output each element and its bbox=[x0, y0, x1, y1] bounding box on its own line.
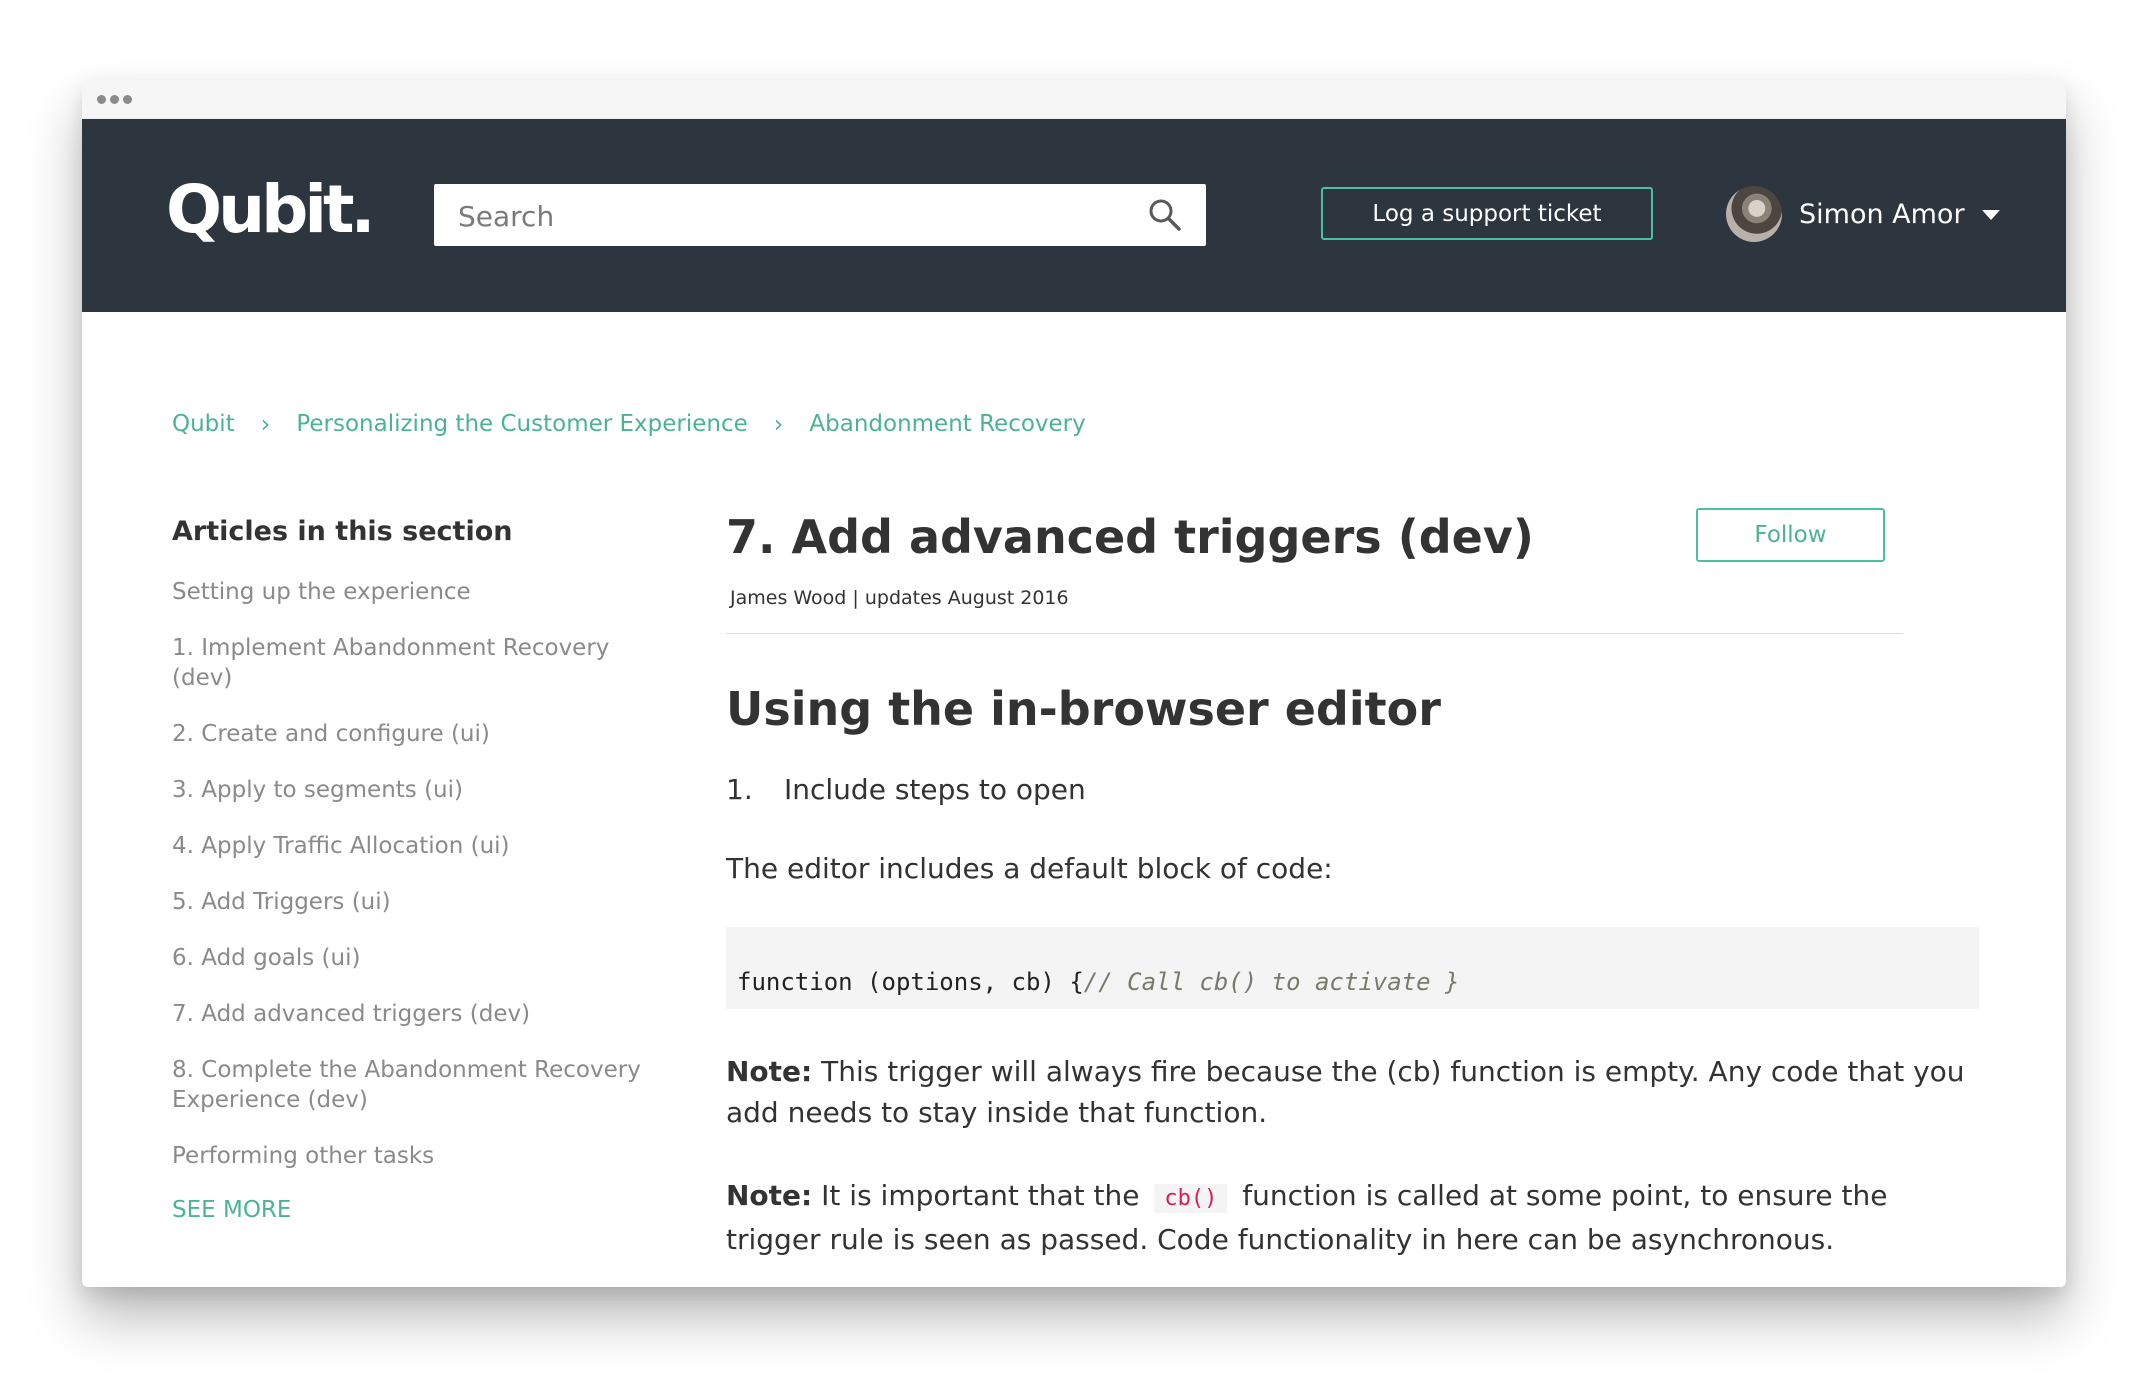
see-more-link[interactable]: SEE MORE bbox=[172, 1197, 642, 1223]
sidebar-title: Articles in this section bbox=[172, 516, 513, 547]
note-paragraph-1: Note: This trigger will always fire beca… bbox=[726, 1051, 1979, 1133]
follow-button[interactable]: Follow bbox=[1696, 508, 1885, 562]
step-text: Include steps to open bbox=[784, 773, 1086, 807]
note-text: It is important that the bbox=[812, 1179, 1149, 1213]
code-comment: // Call cb() to activate } bbox=[1083, 968, 1460, 997]
breadcrumb-item-abandonment-recovery[interactable]: Abandonment Recovery bbox=[809, 411, 1085, 437]
search-icon[interactable] bbox=[1148, 198, 1182, 232]
chevron-right-icon: › bbox=[260, 410, 271, 438]
sidebar-item-implement[interactable]: 1. Implement Abandonment Recovery (dev) bbox=[172, 633, 642, 693]
sidebar-item-setting-up[interactable]: Setting up the experience bbox=[172, 577, 642, 607]
code-text: function (options, cb) { bbox=[737, 968, 1084, 997]
breadcrumb-item-personalizing[interactable]: Personalizing the Customer Experience bbox=[296, 411, 747, 437]
sidebar-item-create-configure[interactable]: 2. Create and configure (ui) bbox=[172, 719, 642, 749]
step-number: 1. bbox=[726, 773, 753, 807]
search-input[interactable] bbox=[456, 184, 1110, 248]
breadcrumb-item-qubit[interactable]: Qubit bbox=[172, 411, 235, 437]
browser-window: Qubit. Log a support ticket Simon Amor Q… bbox=[82, 80, 2066, 1287]
article-meta: James Wood | updates August 2016 bbox=[730, 587, 1069, 610]
divider bbox=[726, 633, 1903, 635]
article-main: 7. Add advanced triggers (dev) Follow Ja… bbox=[726, 508, 1979, 1260]
sidebar-item-add-triggers[interactable]: 5. Add Triggers (ui) bbox=[172, 887, 642, 917]
search-box[interactable] bbox=[434, 184, 1206, 248]
note-text: This trigger will always fire because th… bbox=[726, 1055, 1965, 1130]
window-dot-icon bbox=[123, 95, 132, 104]
note-label: Note: bbox=[726, 1055, 813, 1089]
sidebar-item-advanced-triggers[interactable]: 7. Add advanced triggers (dev) bbox=[172, 999, 642, 1029]
articles-sidebar: Articles in this section Setting up the … bbox=[172, 516, 642, 1223]
qubit-logo[interactable]: Qubit. bbox=[166, 177, 376, 243]
sidebar-item-add-goals[interactable]: 6. Add goals (ui) bbox=[172, 943, 642, 973]
note-paragraph-2: Note: It is important that the cb() func… bbox=[726, 1175, 1979, 1260]
avatar[interactable] bbox=[1726, 186, 1782, 242]
note-label: Note: bbox=[726, 1179, 813, 1213]
inline-code: cb() bbox=[1154, 1184, 1228, 1214]
caret-down-icon[interactable] bbox=[1981, 210, 2000, 220]
sidebar-item-complete[interactable]: 8. Complete the Abandonment Recovery Exp… bbox=[172, 1055, 642, 1115]
breadcrumb: Qubit › Personalizing the Customer Exper… bbox=[172, 410, 1086, 438]
user-name[interactable]: Simon Amor bbox=[1799, 199, 1965, 230]
sidebar-item-other-tasks[interactable]: Performing other tasks bbox=[172, 1141, 642, 1171]
window-dot-icon bbox=[110, 95, 119, 104]
window-dot-icon bbox=[97, 95, 106, 104]
sidebar-item-traffic-allocation[interactable]: 4. Apply Traffic Allocation (ui) bbox=[172, 831, 642, 861]
sidebar-item-apply-segments[interactable]: 3. Apply to segments (ui) bbox=[172, 775, 642, 805]
article-list: Setting up the experience 1. Implement A… bbox=[172, 577, 642, 1171]
user-menu[interactable]: Simon Amor bbox=[1726, 185, 2000, 243]
window-chrome bbox=[82, 80, 2066, 119]
step-list-item: 1. Include steps to open bbox=[726, 773, 1979, 806]
log-support-ticket-button[interactable]: Log a support ticket bbox=[1321, 187, 1653, 240]
intro-paragraph: The editor includes a default block of c… bbox=[726, 852, 1333, 886]
site-header: Qubit. Log a support ticket Simon Amor bbox=[82, 119, 2066, 312]
section-heading: Using the in-browser editor bbox=[726, 682, 1441, 737]
chevron-right-icon: › bbox=[773, 410, 784, 438]
code-block: function (options, cb) {// Call cb() to … bbox=[726, 927, 1979, 1010]
